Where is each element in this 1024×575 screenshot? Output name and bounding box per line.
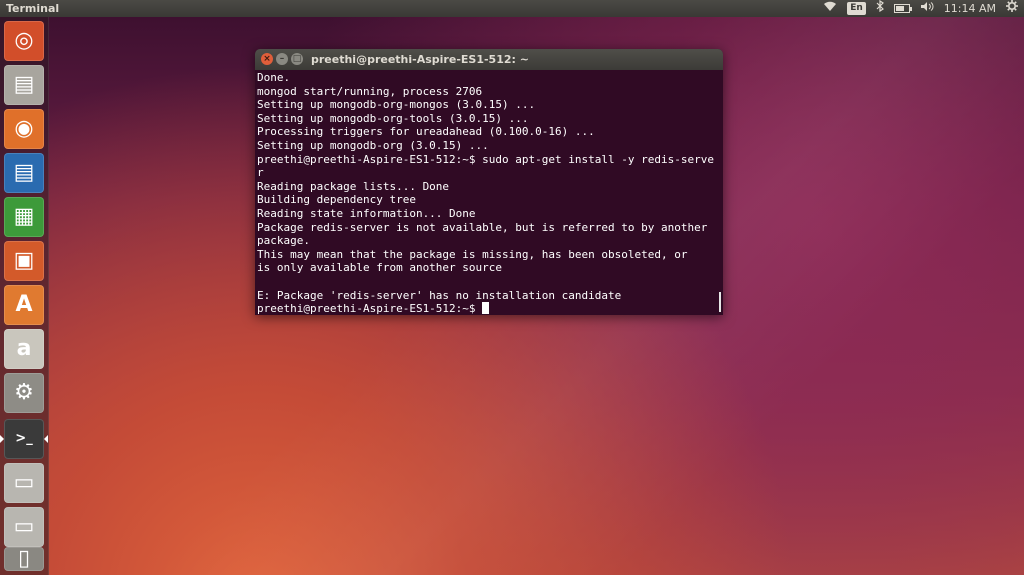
trash-icon-glyph: ▯ [17,546,31,571]
libreoffice-writer-icon-glyph: ▤ [13,160,35,185]
drive-icon-2[interactable]: ▭ [4,507,44,547]
drive-icon-glyph: ▭ [13,470,35,495]
terminal-line: Setting up mongodb-org-tools (3.0.15) ..… [257,111,529,125]
wifi-icon[interactable] [823,0,837,17]
libreoffice-impress-icon-glyph: ▣ [13,248,35,273]
amazon-icon-glyph: a [16,336,32,361]
focused-indicator [44,435,48,443]
terminal-line: Building dependency tree [257,193,416,207]
terminal-window[interactable]: × – □ preethi@preethi-Aspire-ES1-512: ~ … [255,49,723,315]
terminal-line: is only available from another source [257,261,503,275]
terminal-line: Setting up mongodb-org (3.0.15) ... [257,138,489,152]
firefox-icon[interactable]: ◉ [4,109,44,149]
software-center-icon[interactable]: A [4,285,44,325]
close-button[interactable]: × [261,53,273,65]
terminal-line: r [257,166,264,180]
volume-icon[interactable] [920,0,934,17]
gear-icon[interactable] [1006,0,1018,17]
terminal-line: Done. [257,71,291,84]
scrollbar[interactable] [719,292,721,312]
ubuntu-dash-icon[interactable]: ◎ [4,21,44,61]
ubuntu-dash-icon-glyph: ◎ [14,28,34,53]
terminal-line: package. [257,234,310,248]
terminal-line: Reading package lists... Done [257,179,450,193]
terminal-line: preethi@preethi-Aspire-ES1-512:~$ sudo a… [257,152,714,166]
keyboard-layout-indicator[interactable]: En [847,2,866,15]
bluetooth-icon[interactable] [876,0,884,17]
terminal-output[interactable]: Done. mongod start/running, process 2706 S… [255,70,723,315]
shell-prompt: preethi@preethi-Aspire-ES1-512:~$ [257,302,483,315]
libreoffice-calc-icon[interactable]: ▦ [4,197,44,237]
running-indicator [0,435,4,443]
window-title: preethi@preethi-Aspire-ES1-512: ~ [311,53,529,66]
drive-icon[interactable]: ▭ [4,463,44,503]
minimize-button[interactable]: – [276,53,288,65]
libreoffice-impress-icon[interactable]: ▣ [4,241,44,281]
terminal-line: Package redis-server is not available, b… [257,220,708,234]
system-settings-icon[interactable]: ⚙ [4,373,44,413]
terminal-icon-glyph: >_ [15,431,33,446]
software-center-icon-glyph: A [15,292,33,317]
drive-icon-2-glyph: ▭ [13,514,35,539]
amazon-icon[interactable]: a [4,329,44,369]
text-cursor [482,302,490,315]
terminal-titlebar[interactable]: × – □ preethi@preethi-Aspire-ES1-512: ~ [255,49,723,70]
terminal-line: Reading state information... Done [257,206,476,220]
system-tray: En 11:14 AM [823,0,1018,17]
terminal-line: Processing triggers for ureadahead (0.10… [257,125,595,139]
terminal-line: This may mean that the package is missin… [257,247,688,261]
clock[interactable]: 11:14 AM [944,0,996,17]
system-settings-icon-glyph: ⚙ [14,380,34,405]
files-icon-glyph: ▤ [13,72,35,97]
maximize-button[interactable]: □ [291,53,303,65]
launcher: ◎ ▤ ◉ ▤ ▦ ▣ Aa ⚙ >_ ▭ ▭ ▯ [0,17,49,575]
battery-icon[interactable] [893,4,912,13]
top-panel: Terminal En 11:14 AM [0,0,1024,17]
files-icon[interactable]: ▤ [4,65,44,105]
terminal-icon[interactable]: >_ [4,419,44,459]
libreoffice-writer-icon[interactable]: ▤ [4,153,44,193]
terminal-line: Setting up mongodb-org-mongos (3.0.15) .… [257,98,536,112]
prompt-line[interactable]: preethi@preethi-Aspire-ES1-512:~$ [257,302,723,315]
trash-icon[interactable]: ▯ [4,547,44,571]
firefox-icon-glyph: ◉ [14,116,34,141]
terminal-line: E: Package 'redis-server' has no install… [257,288,622,302]
app-title: Terminal [6,2,60,15]
terminal-line: mongod start/running, process 2706 [257,84,483,98]
libreoffice-calc-icon-glyph: ▦ [13,204,35,229]
